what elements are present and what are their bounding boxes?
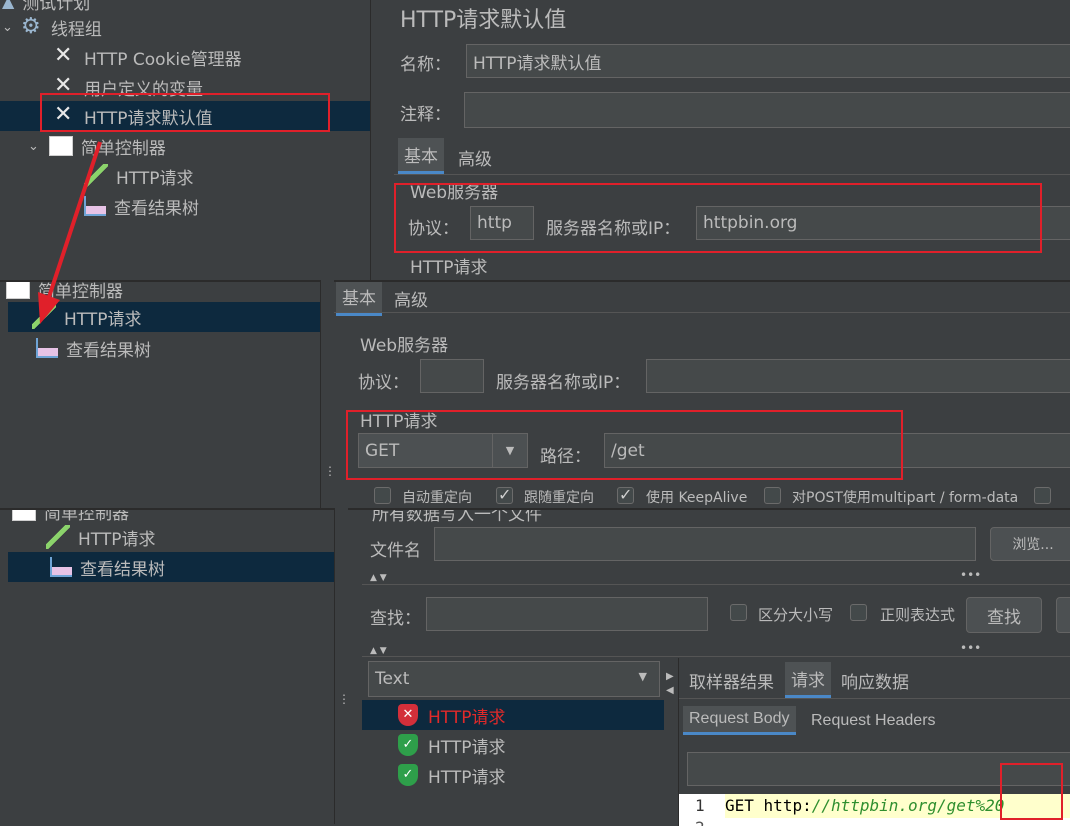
arrow-head [38,292,60,324]
arrow-shaft [46,141,102,301]
annotation-arrow [38,141,102,324]
